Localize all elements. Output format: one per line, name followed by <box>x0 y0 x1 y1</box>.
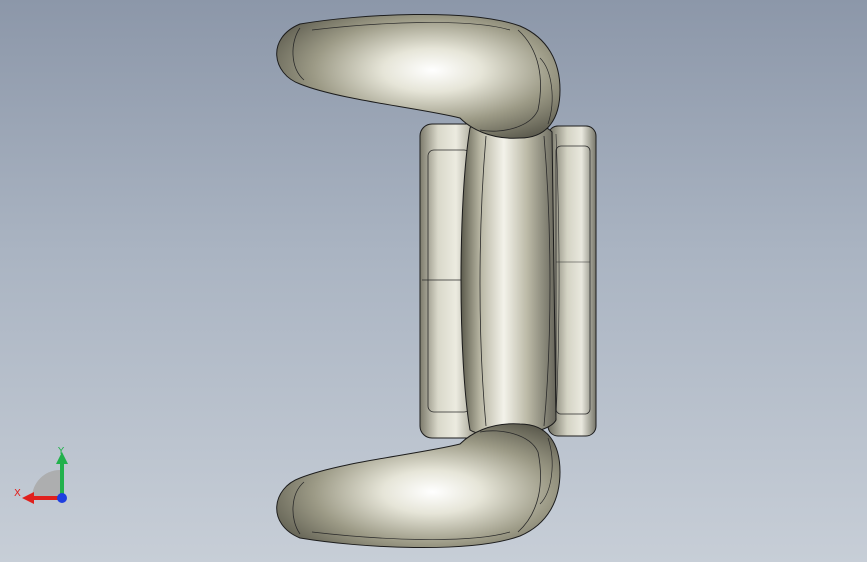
graphics-viewport[interactable]: Y X <box>0 0 867 562</box>
triad-plane <box>32 470 60 498</box>
x-axis-head <box>22 492 34 504</box>
x-axis-label: X <box>14 488 21 499</box>
bottom-grip[interactable] <box>276 423 561 549</box>
reference-triad: Y X <box>14 446 68 504</box>
center-spine[interactable] <box>460 120 560 436</box>
3d-model-view[interactable] <box>0 0 867 562</box>
z-axis-dot <box>57 493 67 503</box>
y-axis-label: Y <box>57 446 65 457</box>
top-grip[interactable] <box>276 13 561 139</box>
